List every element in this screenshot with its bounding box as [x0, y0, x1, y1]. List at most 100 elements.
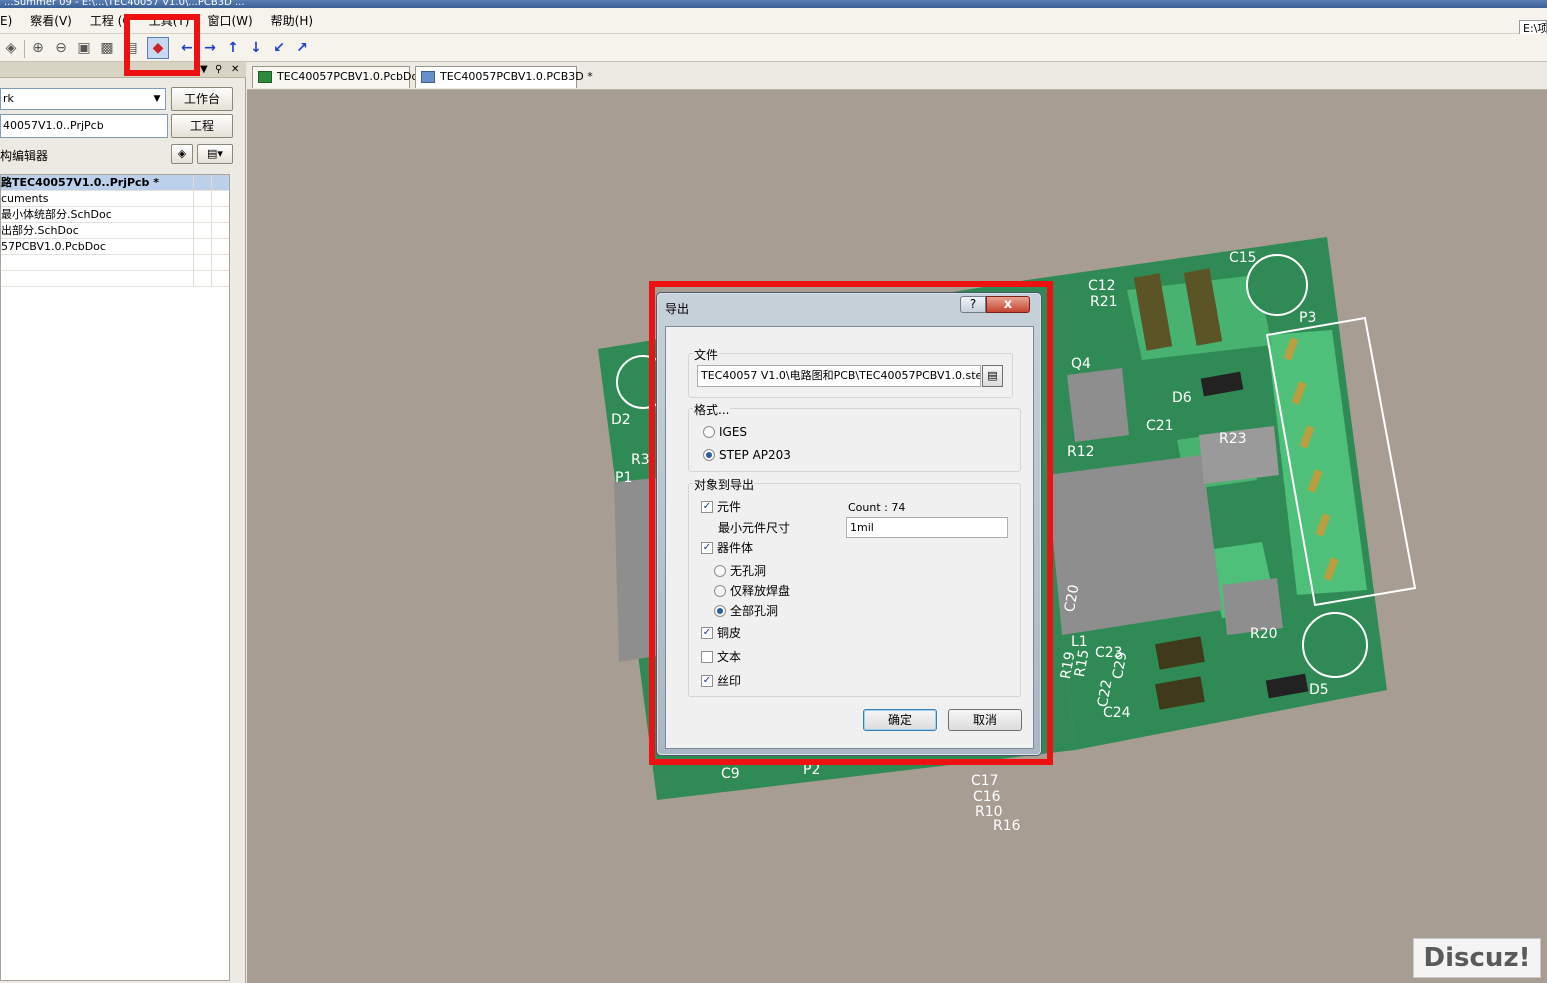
format-group: [688, 408, 1021, 472]
export-3d-icon[interactable]: ◆: [147, 37, 169, 59]
arrow-left-icon[interactable]: ←: [176, 37, 198, 59]
radio-icon: [714, 565, 726, 577]
ok-button[interactable]: 确定: [863, 709, 937, 731]
menu-project[interactable]: 工程 (C: [81, 8, 140, 34]
toolbar-separator: [24, 40, 25, 58]
zoom-fit-icon[interactable]: ▣: [73, 37, 95, 59]
pcb-label: C9: [721, 766, 740, 782]
pcb-label: R12: [1067, 444, 1095, 460]
folder-icon: ▤▾: [207, 147, 223, 160]
arrow-right-icon[interactable]: →: [199, 37, 221, 59]
document-icon[interactable]: ▤: [120, 37, 142, 59]
pcb-label: L1: [1071, 634, 1088, 650]
tree-item-pcbdoc[interactable]: 57PCBV1.0.PcbDoc: [1, 239, 229, 255]
pcb-label: C12: [1088, 278, 1116, 294]
pcb-label: P2: [803, 762, 820, 778]
pcb-mounting-hole: [1302, 612, 1368, 678]
tab-label: TEC40057PCBV1.0.PcbDoc: [277, 70, 425, 83]
panel-header: ▼ ⚲ ✕: [0, 62, 246, 78]
help-button[interactable]: ?: [960, 296, 986, 313]
workspace-button[interactable]: 工作台: [171, 87, 233, 111]
project-button[interactable]: 工程: [171, 114, 233, 138]
structure-icon-button[interactable]: ◈: [171, 144, 193, 164]
pcb-label: C15: [1229, 250, 1257, 266]
zoom-out-icon[interactable]: ⊖: [50, 37, 72, 59]
checkbox-label: 器件体: [717, 541, 754, 555]
format-iges-radio[interactable]: IGES: [703, 425, 747, 439]
pcb-label: C24: [1103, 705, 1131, 721]
radio-label: 仅释放焊盘: [730, 584, 791, 598]
workspace-combo-value: rk: [3, 92, 14, 105]
radio-label: 全部孔洞: [730, 604, 779, 618]
text-checkbox[interactable]: 文本: [701, 650, 741, 664]
arrow-down-icon[interactable]: ↓: [245, 37, 267, 59]
components-checkbox[interactable]: ✓ 元件: [701, 500, 741, 514]
pcb-3d-icon: [421, 71, 435, 83]
layers-icon[interactable]: ◈: [0, 37, 22, 59]
pcb-label: P3: [1299, 310, 1316, 326]
discuz-watermark: Discuz!: [1413, 938, 1541, 978]
tree-item-label: 57PCBV1.0.PcbDoc: [1, 240, 106, 253]
folder-open-icon: ▤: [987, 369, 998, 382]
tab-pcbdoc[interactable]: TEC40057PCBV1.0.PcbDoc: [252, 66, 424, 88]
toolbar: ◈ ⊕ ⊖ ▣ ▩ ▤ ◆ ← → ↑ ↓ ↙ ↗: [0, 34, 1547, 62]
project-tree: 路TEC40057V1.0..PrjPcb * cuments 最小体统部分.S…: [0, 174, 230, 981]
tab-pcb3d[interactable]: TEC40057PCBV1.0.PCB3D *: [415, 66, 593, 88]
close-button[interactable]: x: [986, 296, 1030, 313]
project-field[interactable]: 40057V1.0..PrjPcb: [0, 114, 168, 138]
tab-label: TEC40057PCBV1.0.PCB3D *: [440, 70, 593, 83]
pcb-label: R20: [1250, 626, 1278, 642]
tree-item-project[interactable]: 路TEC40057V1.0..PrjPcb *: [1, 175, 229, 191]
silkscreen-checkbox[interactable]: ✓ 丝印: [701, 674, 741, 688]
bodies-checkbox[interactable]: ✓ 器件体: [701, 541, 753, 555]
tree-item-label: 路TEC40057V1.0..PrjPcb *: [1, 176, 160, 189]
menu-window[interactable]: 窗口(W): [198, 8, 261, 34]
zoom-area-icon[interactable]: ▩: [96, 37, 118, 59]
checkbox-label: 元件: [717, 500, 742, 514]
tree-item-empty: [1, 255, 229, 271]
menu-view[interactable]: 察看(V): [21, 8, 81, 34]
checkbox-label: 丝印: [717, 674, 742, 688]
tree-item-documents[interactable]: cuments: [1, 191, 229, 207]
file-path-input[interactable]: TEC40057 V1.0\电路图和PCB\TEC40057PCBV1.0.st…: [697, 365, 981, 387]
document-tabs: TEC40057PCBV1.0.PcbDoc TEC40057PCBV1.0.P…: [247, 62, 1547, 90]
browse-folder-button[interactable]: ▤: [982, 365, 1003, 387]
component-count: Count : 74: [848, 501, 906, 514]
chevron-down-icon[interactable]: ▼: [149, 89, 165, 109]
no-holes-radio[interactable]: 无孔洞: [714, 564, 766, 578]
pcb-label: R23: [1219, 431, 1247, 447]
tree-item-schdoc-1[interactable]: 最小体统部分.SchDoc: [1, 207, 229, 223]
copper-checkbox[interactable]: ✓ 铜皮: [701, 626, 741, 640]
pcb-label: D2: [611, 412, 631, 428]
checkbox-label: 铜皮: [717, 626, 742, 640]
workspace-combo[interactable]: rk ▼: [0, 88, 166, 110]
tree-item-schdoc-2[interactable]: 出部分.SchDoc: [1, 223, 229, 239]
menu-help[interactable]: 帮助(H): [262, 8, 322, 34]
tree-item-label: cuments: [1, 192, 49, 205]
objects-group-label: 对象到导出: [693, 476, 756, 493]
arrow-up-icon[interactable]: ↑: [222, 37, 244, 59]
checkmark-icon: ✓: [701, 542, 713, 554]
menu-tools[interactable]: 工具(T): [140, 8, 199, 34]
arrow-downleft-icon[interactable]: ↙: [268, 37, 290, 59]
radio-label: 无孔洞: [730, 564, 767, 578]
pcb-doc-icon: [258, 71, 272, 83]
min-size-label: 最小元件尺寸: [718, 521, 791, 535]
menu-file[interactable]: E): [0, 8, 21, 34]
layers-icon: ◈: [177, 147, 187, 160]
relief-pads-radio[interactable]: 仅释放焊盘: [714, 584, 790, 598]
pin-icon[interactable]: ⚲: [215, 62, 222, 78]
pcb-label: C17: [971, 773, 999, 789]
min-size-input[interactable]: 1mil: [846, 517, 1008, 538]
panel-menu-icon[interactable]: ▼: [200, 62, 208, 78]
radio-label: STEP AP203: [719, 448, 791, 462]
folder-dropdown-button[interactable]: ▤▾: [197, 144, 233, 164]
all-holes-radio[interactable]: 全部孔洞: [714, 604, 778, 618]
pcb-label: C23: [1095, 645, 1123, 661]
format-step-radio[interactable]: STEP AP203: [703, 448, 791, 462]
panel-close-icon[interactable]: ✕: [231, 62, 239, 78]
zoom-in-icon[interactable]: ⊕: [27, 37, 49, 59]
structure-editor-label: 构编辑器: [0, 149, 49, 163]
arrow-upright-icon[interactable]: ↗: [291, 37, 313, 59]
cancel-button[interactable]: 取消: [948, 709, 1022, 731]
